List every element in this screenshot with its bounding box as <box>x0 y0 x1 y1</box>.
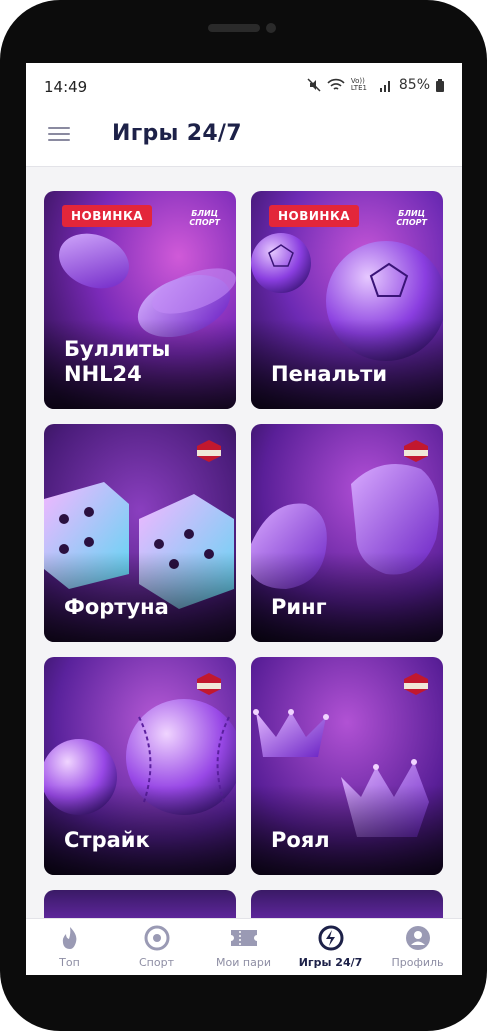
tab-top[interactable]: Топ <box>26 919 113 975</box>
game-card-ring[interactable]: Ринг <box>251 424 443 642</box>
status-bar: 14:49 Vo)) LTE1 85% <box>26 63 462 111</box>
tab-profile[interactable]: Профиль <box>374 919 461 975</box>
game-card-fortuna[interactable]: Фортуна <box>44 424 236 642</box>
game-card-penalty[interactable]: НОВИНКА БЛИЦ СПОРТ Пенальти <box>251 191 443 409</box>
tab-my-bets[interactable]: Мои пари <box>200 919 287 975</box>
new-badge: НОВИНКА <box>269 205 360 227</box>
nardball-logo-icon <box>404 673 428 695</box>
game-card-strike[interactable]: Страйк <box>44 657 236 875</box>
game-card-bullity[interactable]: НОВИНКА БЛИЦ СПОРТ Буллиты NHL24 <box>44 191 236 409</box>
wifi-icon <box>327 78 345 90</box>
page-title: Игры 24/7 <box>112 121 242 146</box>
hamburger-menu-icon[interactable] <box>48 123 70 145</box>
target-icon <box>144 925 169 951</box>
bottom-tab-bar: Топ Спорт Мои пари Игры 24/7 Профиль <box>26 918 462 975</box>
lightning-icon <box>318 925 343 951</box>
battery-icon <box>436 78 444 92</box>
nardball-logo-icon <box>197 440 221 462</box>
game-title: Ринг <box>271 595 327 619</box>
signal-icon <box>379 80 390 92</box>
nardball-logo-icon <box>197 673 221 695</box>
front-camera <box>266 23 276 33</box>
tab-label: Топ <box>59 956 80 969</box>
status-time: 14:49 <box>44 78 88 96</box>
ticket-icon <box>230 930 257 946</box>
game-title: Пенальти <box>271 362 388 386</box>
game-card-royal[interactable]: Роял <box>251 657 443 875</box>
network-label: Vo)) LTE1 <box>350 77 367 92</box>
brand-line1: БЛИЦ <box>191 209 219 218</box>
battery-percent: 85% <box>398 77 430 93</box>
tab-label: Игры 24/7 <box>298 956 363 969</box>
brand-line2: СПОРТ <box>189 218 220 227</box>
mute-icon <box>307 78 321 92</box>
speaker <box>208 24 260 32</box>
tab-sport[interactable]: Спорт <box>113 919 200 975</box>
game-title: Буллиты NHL24 <box>64 337 171 386</box>
status-icons: Vo)) LTE1 85% <box>307 77 444 93</box>
tab-label: Профиль <box>391 956 444 969</box>
app-bar: Игры 24/7 <box>26 111 462 167</box>
user-icon <box>405 926 430 950</box>
screen: 14:49 Vo)) LTE1 85% Игры 24/7 НОВИНКА БЛ… <box>26 63 462 975</box>
phone-frame: 14:49 Vo)) LTE1 85% Игры 24/7 НОВИНКА БЛ… <box>0 0 487 1031</box>
game-title: Страйк <box>64 828 150 852</box>
new-badge: НОВИНКА <box>62 205 153 227</box>
game-title: Фортуна <box>64 595 169 619</box>
tab-games[interactable]: Игры 24/7 <box>287 919 374 975</box>
blic-sport-logo: БЛИЦ СПОРТ <box>189 209 220 227</box>
flame-icon <box>62 927 76 949</box>
game-title: Роял <box>271 828 330 852</box>
tab-label: Спорт <box>139 956 174 969</box>
blic-sport-logo: БЛИЦ СПОРТ <box>396 209 427 227</box>
brand-line2: СПОРТ <box>396 218 427 227</box>
tab-label: Мои пари <box>216 956 271 969</box>
brand-line1: БЛИЦ <box>398 209 426 218</box>
nardball-logo-icon <box>404 440 428 462</box>
